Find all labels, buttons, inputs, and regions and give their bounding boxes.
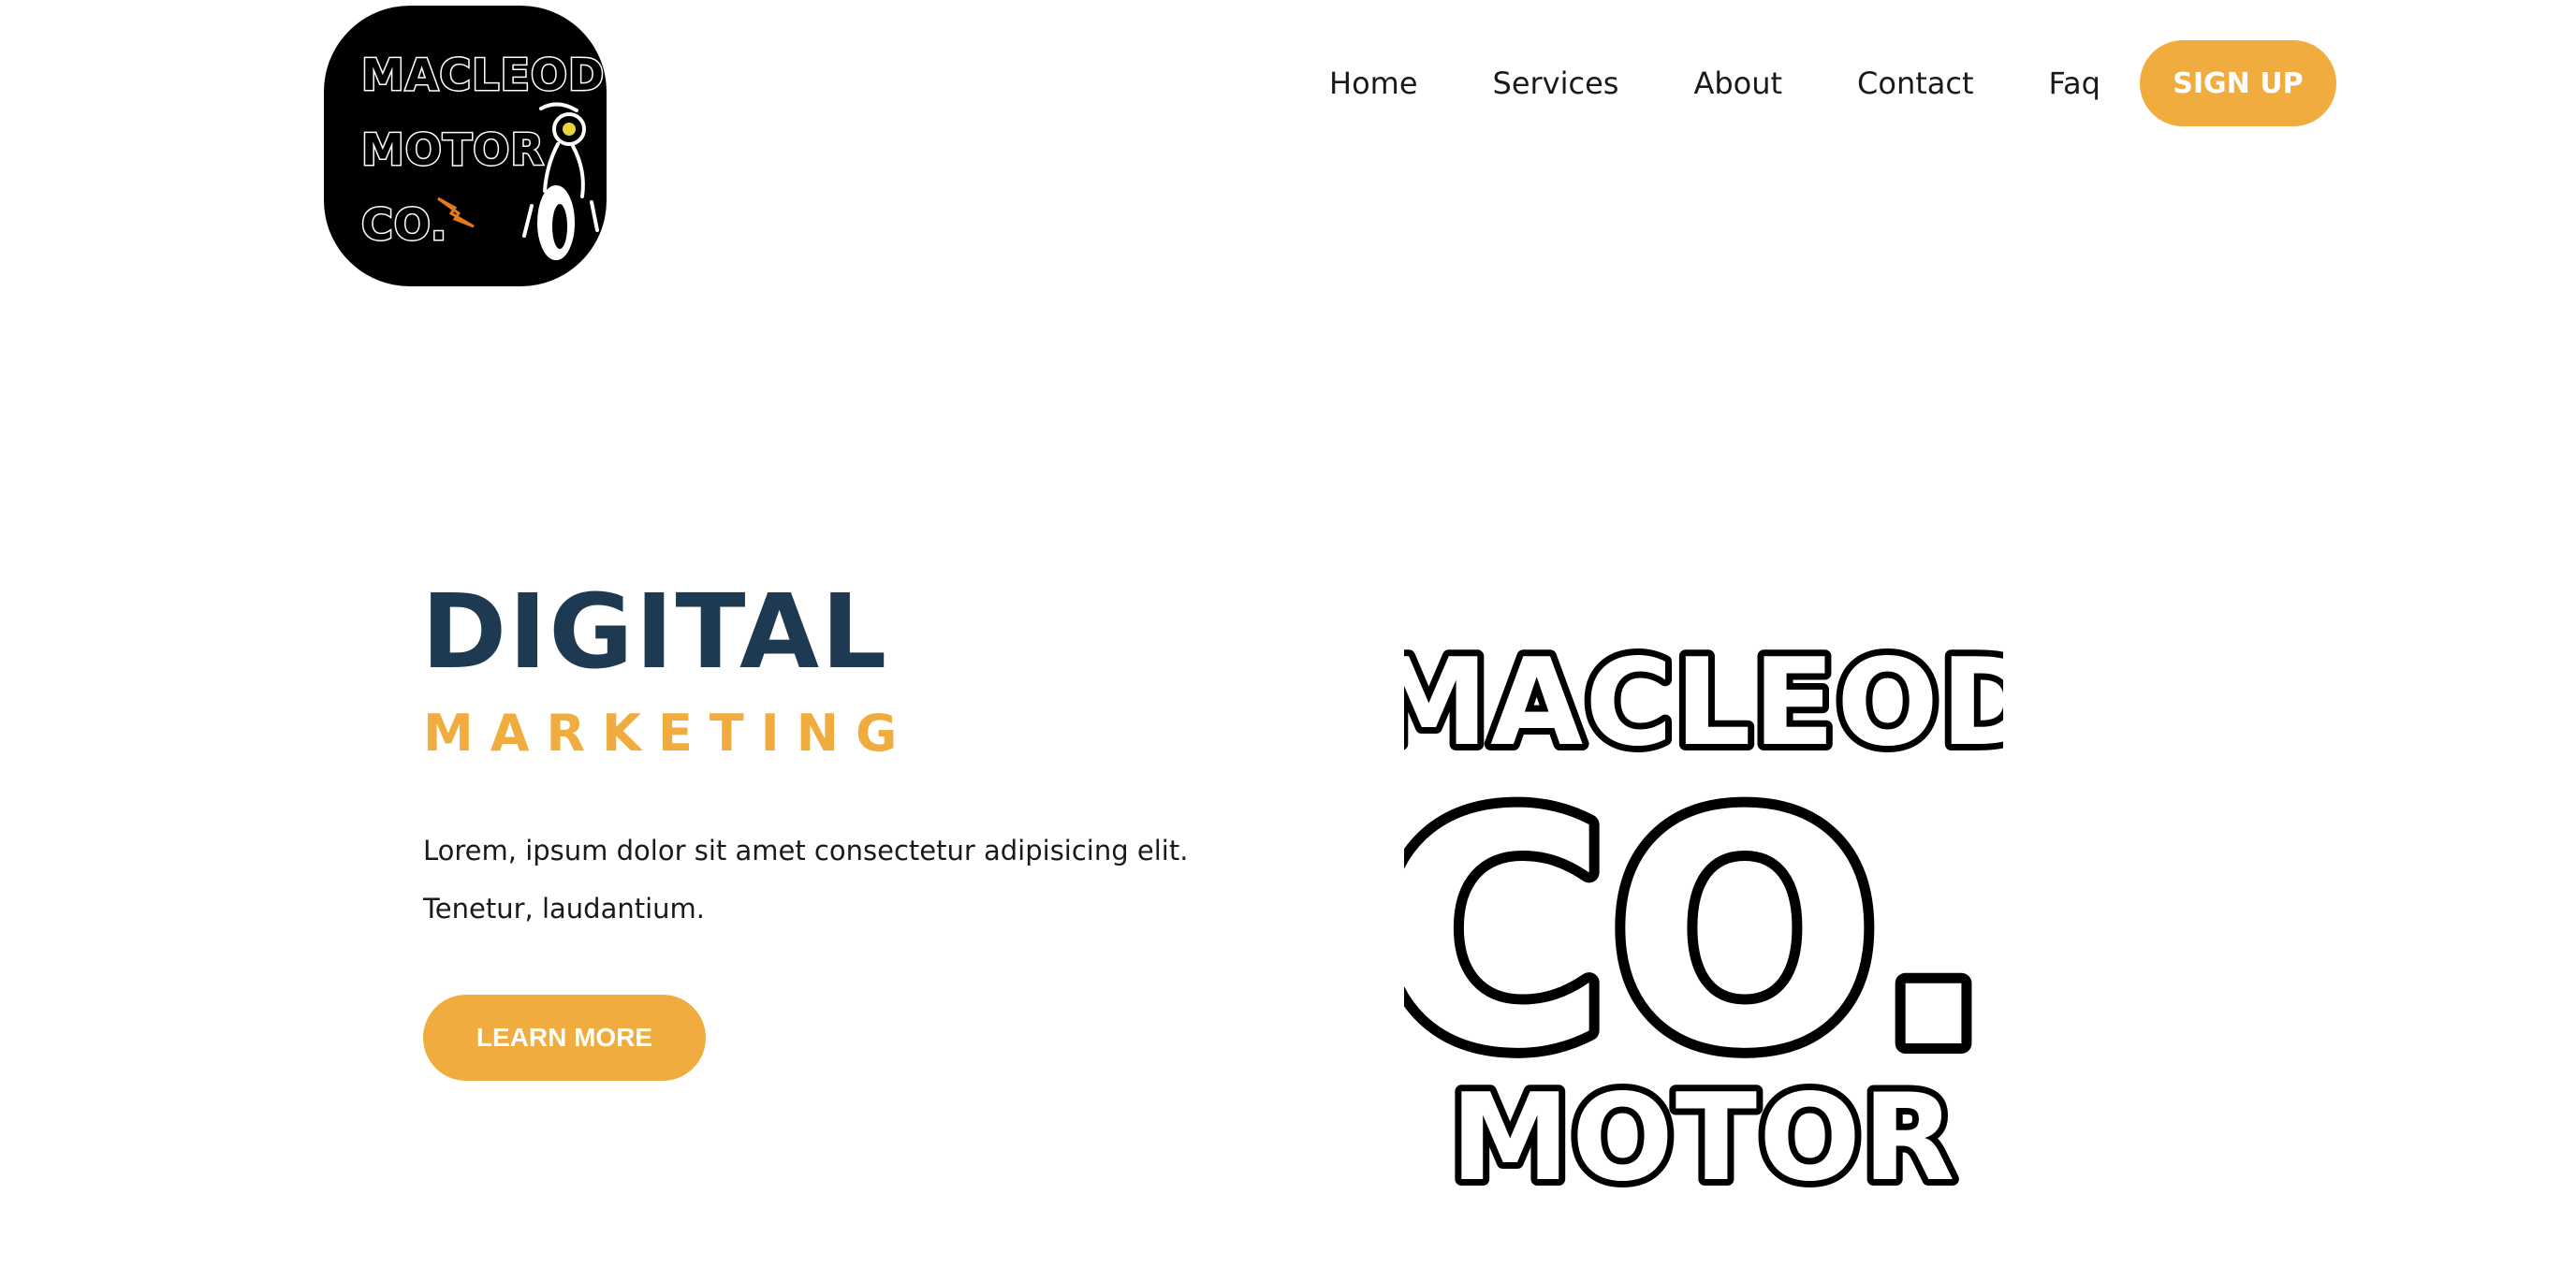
learn-more-button[interactable]: LEARN MORE: [423, 995, 706, 1081]
site-logo[interactable]: MACLEOD MOTOR CO.: [324, 6, 607, 286]
hero-logo-line-mid: CO.: [1404, 749, 1994, 1119]
nav-about[interactable]: About: [1693, 66, 1782, 101]
logo-line-1: MACLEOD: [361, 50, 605, 100]
hero-subtitle: MARKETING: [423, 704, 915, 763]
nav-faq[interactable]: Faq: [2049, 66, 2100, 101]
nav-home[interactable]: Home: [1329, 66, 1418, 101]
logo-line-2: MOTOR: [361, 124, 545, 175]
page: MACLEOD MOTOR CO. Home Services About Co…: [0, 0, 2576, 1267]
hero-title: DIGITAL: [421, 572, 889, 692]
main-nav: Home Services About Contact Faq SIGN UP: [1329, 40, 2336, 126]
hero-logo-line-bottom: MOTOR: [1451, 1069, 1957, 1198]
logo-line-3: CO.: [361, 199, 447, 250]
hero-description: Lorem, ipsum dolor sit amet consectetur …: [423, 835, 1189, 925]
hero-logo-image: MACLEOD CO. MOTOR: [1404, 618, 2003, 1198]
nav-contact[interactable]: Contact: [1857, 66, 1974, 101]
signup-button[interactable]: SIGN UP: [2139, 40, 2336, 126]
hero-logo-artwork: MACLEOD CO. MOTOR: [1404, 627, 2003, 1198]
nav-services[interactable]: Services: [1493, 66, 1619, 101]
logo-artwork: MACLEOD MOTOR CO.: [360, 49, 606, 260]
